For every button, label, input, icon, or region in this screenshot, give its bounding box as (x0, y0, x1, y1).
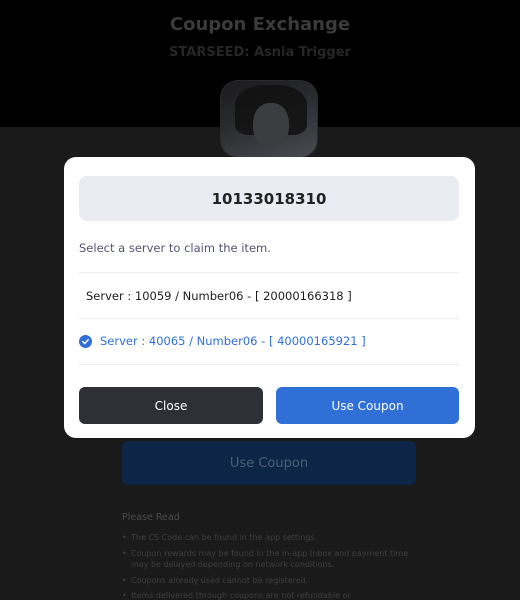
notice-item: Coupons already used cannot be registere… (122, 575, 422, 587)
notice-item: Items delivered through coupons are not … (122, 590, 422, 600)
page-use-coupon-button[interactable]: Use Coupon (122, 441, 416, 485)
page-title: Coupon Exchange (169, 14, 351, 35)
server-option-label: Server : 40065 / Number06 - [ 4000016592… (100, 334, 366, 348)
notice-item: Coupon rewards may be found in the in-ap… (122, 548, 422, 571)
server-option-label: Server : 10059 / Number06 - [ 2000016631… (86, 289, 352, 303)
app-icon-face (253, 103, 289, 147)
close-button[interactable]: Close (79, 387, 263, 424)
notice-list: The CS Code can be found in the app sett… (122, 532, 422, 600)
please-read-heading: Please Read (122, 512, 180, 523)
divider (79, 272, 459, 273)
use-coupon-button[interactable]: Use Coupon (276, 387, 459, 424)
cs-code-display: 10133018310 (79, 176, 459, 221)
notice-item: The CS Code can be found in the app sett… (122, 532, 422, 544)
page-subtitle: STARSEED: Asnia Trigger (169, 45, 351, 60)
server-option-40065[interactable]: Server : 40065 / Number06 - [ 4000016592… (79, 319, 459, 363)
divider (79, 364, 459, 365)
server-option-10059[interactable]: Server : 10059 / Number06 - [ 2000016631… (79, 274, 459, 318)
app-icon (220, 80, 318, 158)
server-select-dialog: 10133018310 Select a server to claim the… (64, 157, 475, 438)
check-circle-icon (79, 334, 92, 348)
server-select-prompt: Select a server to claim the item. (79, 241, 271, 255)
